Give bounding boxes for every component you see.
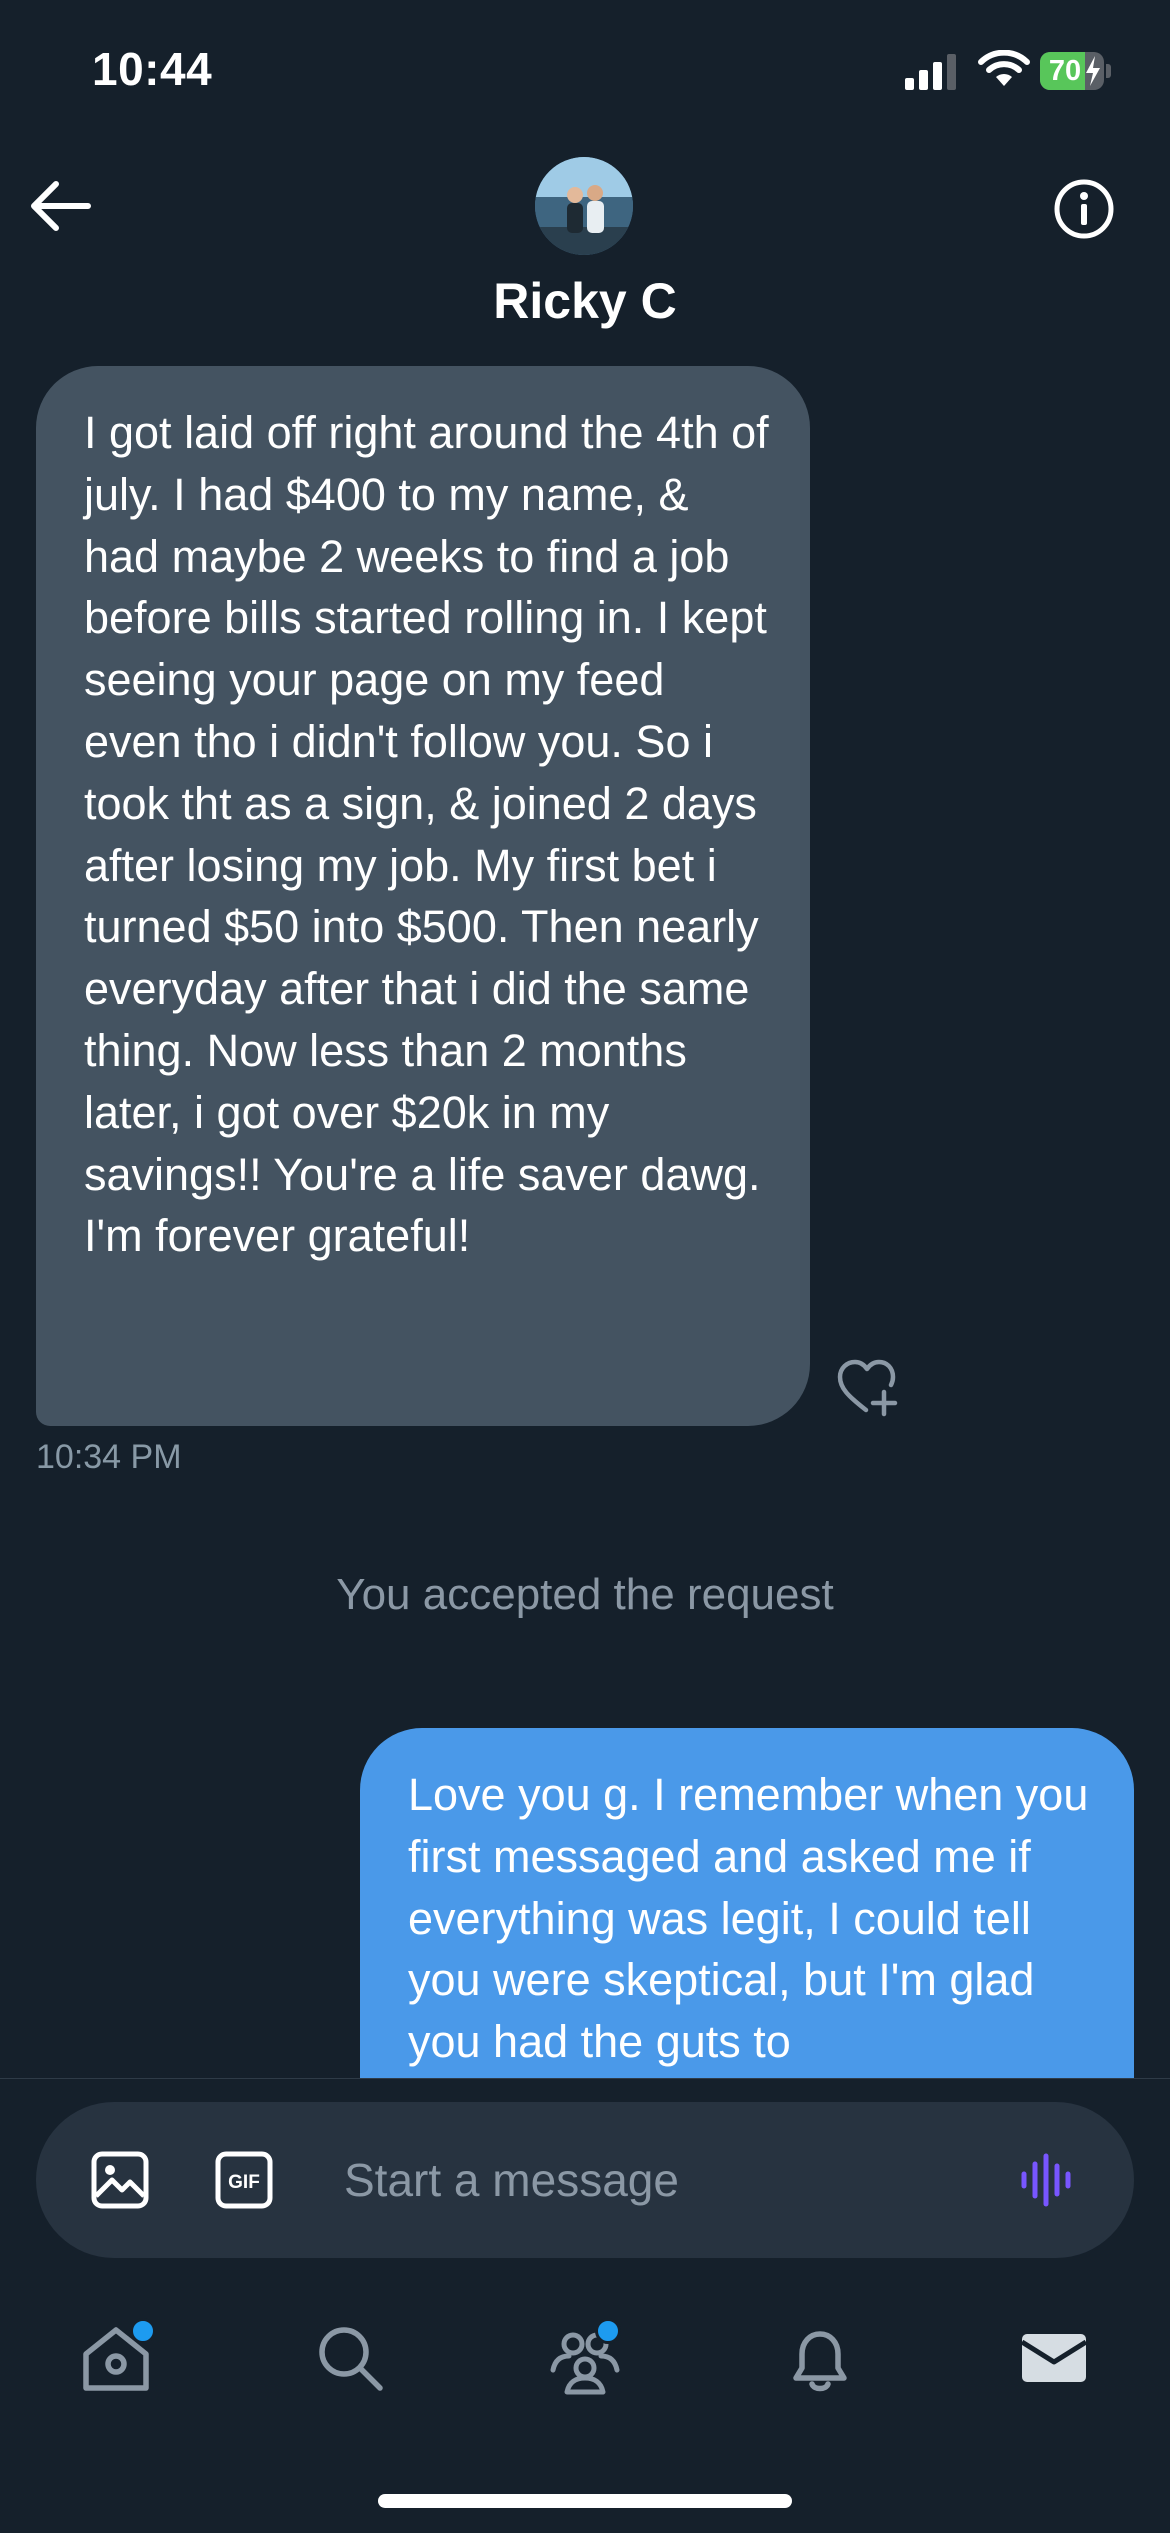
add-reaction-button[interactable] — [836, 1358, 900, 1418]
nav-search[interactable] — [310, 2318, 390, 2398]
charging-bolt-icon — [1086, 56, 1100, 86]
envelope-icon — [1020, 2334, 1088, 2382]
message-input[interactable] — [330, 2130, 998, 2230]
received-message-bubble[interactable]: I got laid off right around the 4th of j… — [36, 366, 810, 1426]
contact-avatar[interactable] — [535, 157, 633, 255]
add-gif-button[interactable]: GIF — [214, 2150, 274, 2210]
avatar-photo — [535, 157, 633, 255]
home-indicator[interactable] — [378, 2494, 792, 2508]
contact-name[interactable]: Ricky C — [0, 272, 1170, 330]
nav-communities[interactable] — [545, 2318, 625, 2398]
gif-label: GIF — [228, 2172, 260, 2193]
arrow-left-icon — [31, 181, 91, 231]
battery-indicator: 70 — [1040, 52, 1112, 92]
wifi-icon — [978, 50, 1030, 86]
image-icon — [91, 2151, 149, 2209]
info-button[interactable] — [1052, 177, 1116, 241]
search-icon — [319, 2327, 383, 2391]
status-time: 10:44 — [92, 43, 213, 95]
nav-home[interactable] — [76, 2318, 156, 2398]
battery-cap — [1106, 64, 1111, 78]
back-button[interactable] — [28, 178, 94, 234]
sent-message-text: Love you g. I remember when you first me… — [408, 1769, 1089, 2068]
add-image-button[interactable] — [90, 2150, 150, 2210]
battery-percent: 70 — [1048, 55, 1082, 87]
voice-message-button[interactable] — [1018, 2152, 1078, 2208]
gif-icon: GIF — [215, 2151, 273, 2209]
cellular-signal-icon — [905, 54, 956, 90]
nav-messages[interactable] — [1014, 2318, 1094, 2398]
bell-icon — [793, 2331, 847, 2392]
voice-waveform-icon — [1021, 2153, 1071, 2207]
request-accepted-notice: You accepted the request — [336, 1570, 834, 1619]
info-circle-icon — [1054, 179, 1114, 239]
nav-notifications[interactable] — [780, 2318, 860, 2398]
message-timestamp: 10:34 PM — [36, 1438, 182, 1476]
communities-notification-dot — [595, 2318, 621, 2344]
home-notification-dot — [130, 2318, 156, 2344]
heart-plus-icon — [837, 1359, 898, 1417]
received-message-text: I got laid off right around the 4th of j… — [84, 407, 769, 1262]
